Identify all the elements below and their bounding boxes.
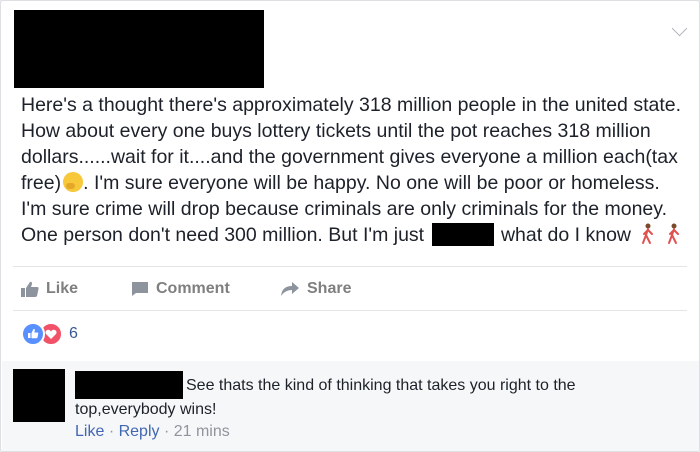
post-line: One person don't need 300 million. But I… <box>21 224 425 246</box>
comment-label: Comment <box>156 280 230 297</box>
share-button[interactable]: Share <box>280 278 351 300</box>
comment-meta: Like · Reply · 21 mins <box>75 423 230 441</box>
post-body: Here's a thought there's approximately 3… <box>21 92 686 248</box>
comment-line: See thats the kind of thinking that take… <box>186 377 576 394</box>
like-button[interactable]: Like <box>21 278 78 300</box>
post-line: dollars......wait for it....and the gove… <box>21 146 678 168</box>
divider <box>13 266 687 267</box>
person-walking-icon <box>667 223 679 244</box>
meta-separator: · <box>108 423 115 440</box>
post-line: what do I know <box>500 224 632 246</box>
comment-line: top,everybody wins! <box>75 401 217 418</box>
comment-like-link[interactable]: Like <box>75 423 104 440</box>
redacted-author-header <box>14 10 264 88</box>
post-card: Here's a thought there's approximately 3… <box>0 0 700 452</box>
reaction-summary[interactable]: 6 <box>21 322 78 346</box>
comment-reply-link[interactable]: Reply <box>119 423 160 440</box>
like-label: Like <box>46 280 79 297</box>
thumbs-up-icon <box>21 281 39 297</box>
comment-bubble-icon <box>132 282 148 296</box>
share-arrow-icon <box>281 282 299 296</box>
post-line: Here's a thought there's approximately 3… <box>21 94 682 116</box>
post-line: free) <box>21 172 62 194</box>
comment-timestamp[interactable]: 21 mins <box>174 423 230 440</box>
post-line: How about every one buys lottery tickets… <box>21 120 651 142</box>
share-label: Share <box>307 280 352 297</box>
meta-separator: · <box>163 423 170 440</box>
thinking-face-icon <box>63 172 84 192</box>
reaction-count[interactable]: 6 <box>69 325 78 343</box>
post-line: I'm sure crime will drop because crimina… <box>21 198 667 220</box>
comment-button[interactable]: Comment <box>131 278 230 300</box>
redacted-inline-text <box>431 223 494 246</box>
chevron-down-icon[interactable] <box>671 20 688 37</box>
person-walking-icon <box>642 223 654 244</box>
redacted-commenter-avatar <box>13 369 65 422</box>
like-reaction-icon <box>21 322 45 346</box>
post-line: . I'm sure everyone will be happy. No on… <box>83 172 660 194</box>
comment-text: See thats the kind of thinking that take… <box>75 374 635 422</box>
divider <box>13 310 687 311</box>
